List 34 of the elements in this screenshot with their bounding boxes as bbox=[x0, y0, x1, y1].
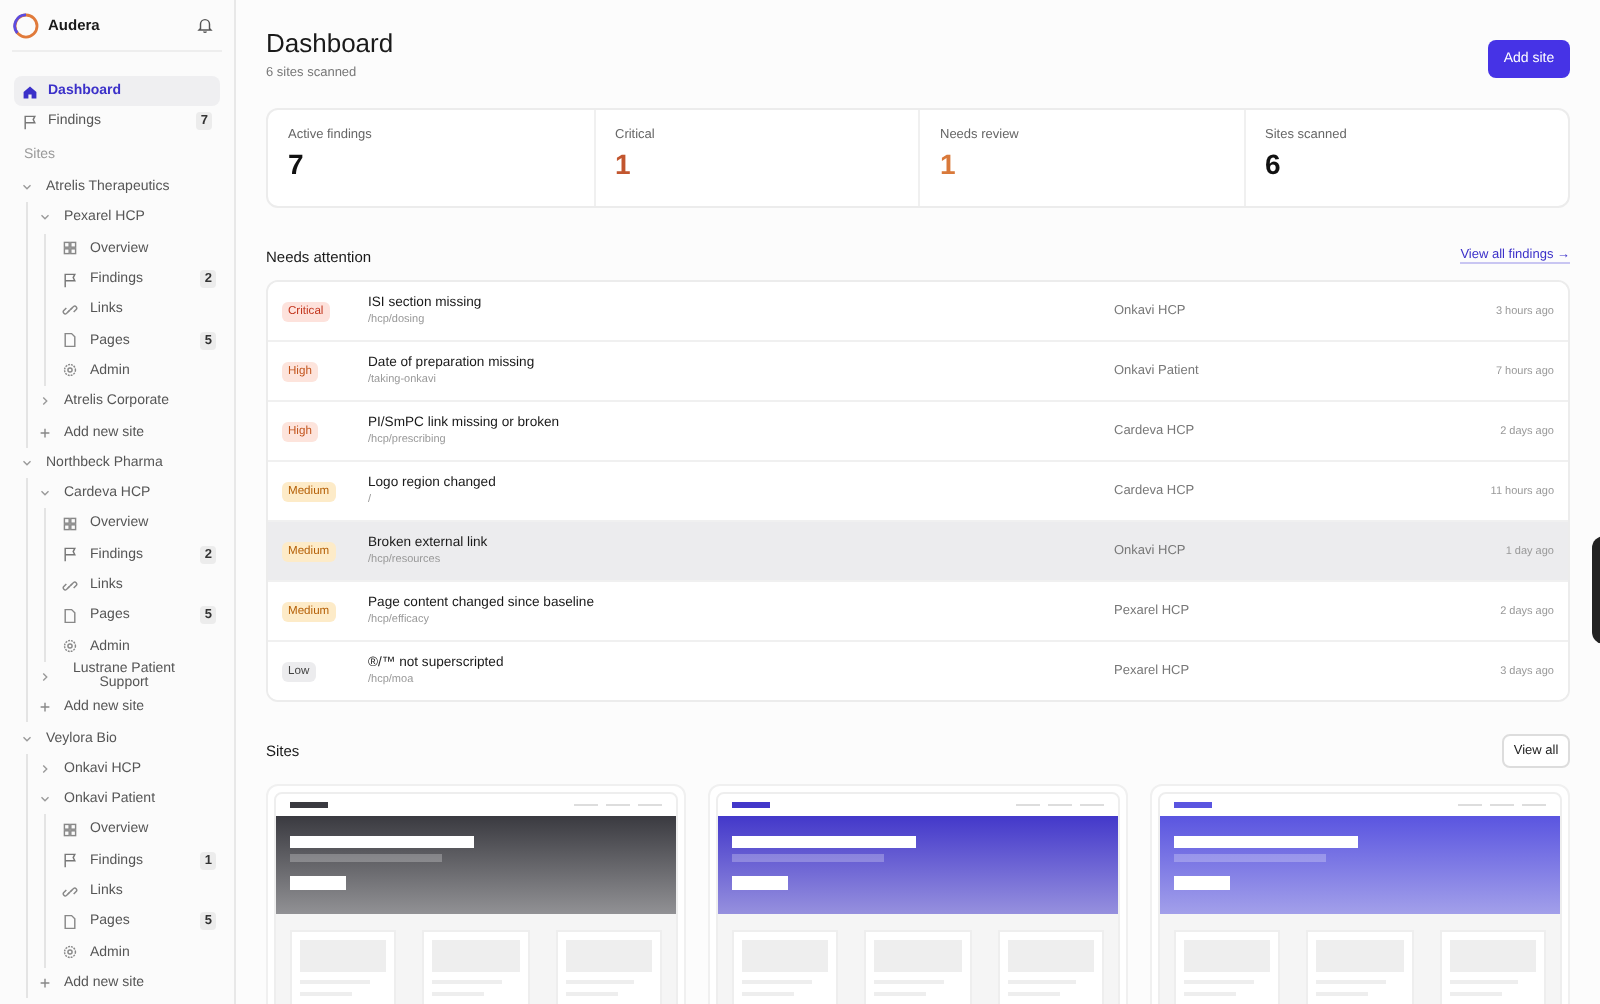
grid-icon bbox=[62, 515, 78, 532]
grid-icon bbox=[62, 240, 78, 257]
bell-icon[interactable] bbox=[196, 16, 214, 34]
stat-value: 6 bbox=[1265, 148, 1283, 180]
chevron-right-icon[interactable] bbox=[38, 394, 52, 409]
stat-value: 7 bbox=[288, 148, 306, 180]
chevron-down-icon[interactable] bbox=[20, 455, 34, 470]
chevron-down-icon[interactable] bbox=[38, 792, 52, 807]
chevron-right-icon[interactable] bbox=[38, 669, 52, 684]
stat-value: 1 bbox=[940, 148, 958, 180]
flag-icon bbox=[62, 546, 78, 563]
document-icon bbox=[62, 913, 78, 930]
plus-icon bbox=[38, 700, 52, 715]
flag-icon bbox=[62, 271, 78, 288]
grid-icon bbox=[62, 821, 78, 838]
settings-icon bbox=[62, 362, 78, 379]
document-icon bbox=[62, 607, 78, 624]
chevron-down-icon[interactable] bbox=[38, 486, 52, 501]
page-title: Dashboard bbox=[266, 28, 394, 58]
document-icon bbox=[62, 332, 78, 349]
flag-icon bbox=[62, 852, 78, 869]
plus-icon bbox=[38, 425, 52, 440]
chevron-right-icon[interactable] bbox=[38, 761, 52, 776]
link-icon bbox=[62, 301, 78, 318]
plus-icon bbox=[38, 975, 52, 990]
logo-icon bbox=[12, 11, 40, 39]
stat-value: 1 bbox=[615, 148, 633, 180]
link-icon bbox=[62, 883, 78, 900]
home-icon bbox=[22, 83, 38, 99]
chevron-down-icon[interactable] bbox=[20, 731, 34, 746]
link-icon bbox=[62, 577, 78, 593]
settings-icon bbox=[62, 944, 78, 961]
flag-icon bbox=[22, 113, 38, 129]
settings-icon bbox=[62, 638, 78, 655]
